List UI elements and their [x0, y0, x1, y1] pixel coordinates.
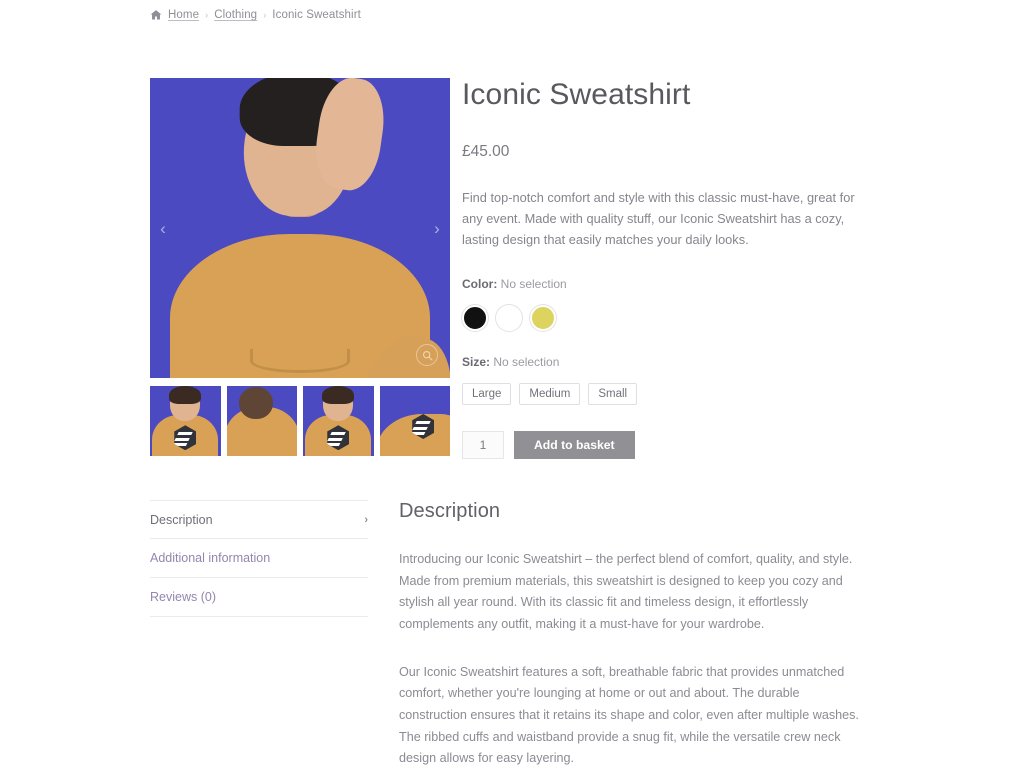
thumbnail-strip [150, 386, 450, 456]
color-swatch-yellow[interactable] [530, 304, 556, 331]
panel-paragraph: Introducing our Iconic Sweatshirt – the … [399, 552, 853, 631]
garment-neckline [250, 348, 350, 373]
short-description: Find top-notch comfort and style with th… [462, 189, 855, 248]
gallery-prev-icon[interactable]: ‹ [152, 210, 174, 246]
garment-body [170, 234, 450, 378]
breadcrumb-link-home[interactable]: Home [168, 9, 199, 21]
gallery-thumbnail[interactable] [303, 386, 374, 456]
gallery-thumbnail[interactable] [150, 386, 221, 456]
tab-additional-information-label: Additional information [150, 551, 271, 565]
tab-reviews[interactable]: Reviews (0) [150, 578, 368, 617]
size-option-large[interactable]: Large [462, 382, 512, 405]
breadcrumb-current: Iconic Sweatshirt [272, 9, 361, 21]
home-icon [150, 9, 162, 21]
product-gallery: ‹ › [150, 78, 450, 456]
add-to-basket-button[interactable]: Add to basket [514, 430, 635, 459]
gallery-next-icon[interactable]: › [426, 210, 448, 246]
size-option-medium[interactable]: Medium [519, 382, 581, 405]
breadcrumb: Home › Clothing › Iconic Sweatshirt [150, 9, 361, 21]
breadcrumb-separator: › [263, 10, 267, 20]
main-product-image[interactable]: ‹ › [150, 78, 450, 378]
color-selection-value: No selection [500, 276, 567, 291]
tab-additional-information[interactable]: Additional information [150, 539, 368, 578]
gallery-thumbnail[interactable] [226, 386, 297, 456]
size-attribute-label: Size: No selection [462, 355, 862, 369]
tab-panel-description: Description Introducing our Iconic Sweat… [399, 500, 864, 778]
color-attribute-label: Color: No selection [462, 277, 862, 291]
size-attribute: Size: No selection Large Medium Small [462, 355, 862, 405]
panel-paragraph: Our Iconic Sweatshirt features a soft, b… [399, 664, 859, 766]
tab-reviews-label: Reviews (0) [150, 590, 216, 604]
color-attribute: Color: No selection [462, 277, 862, 331]
page-title: Iconic Sweatshirt [462, 78, 691, 111]
color-swatch-list [462, 304, 862, 331]
color-swatch-white[interactable] [496, 304, 522, 331]
panel-heading: Description [399, 500, 501, 522]
color-swatch-black[interactable] [462, 304, 488, 331]
size-selection-value: No selection [493, 354, 560, 369]
quantity-input[interactable] [462, 430, 504, 459]
add-to-cart-form: Add to basket [462, 430, 862, 459]
gallery-thumbnail[interactable] [379, 386, 450, 456]
chevron-right-icon: › [364, 513, 368, 526]
breadcrumb-link-clothing[interactable]: Clothing [214, 9, 257, 21]
product-summary: Iconic Sweatshirt £45.00 Find top-notch … [462, 78, 862, 459]
breadcrumb-separator: › [205, 10, 209, 20]
color-label-text: Color: [462, 276, 498, 291]
size-label-text: Size: [462, 354, 491, 369]
product-price: £45.00 [462, 142, 510, 160]
size-option-small[interactable]: Small [588, 382, 638, 405]
product-page: Home › Clothing › Iconic Sweatshirt ‹ › … [0, 0, 1024, 778]
tab-description-label: Description [150, 512, 213, 527]
size-option-list: Large Medium Small [462, 382, 862, 405]
product-photo [150, 78, 450, 378]
magnify-icon[interactable] [416, 344, 438, 366]
tab-description[interactable]: Description › [150, 500, 368, 539]
product-tabs: Description › Additional information Rev… [150, 500, 368, 617]
